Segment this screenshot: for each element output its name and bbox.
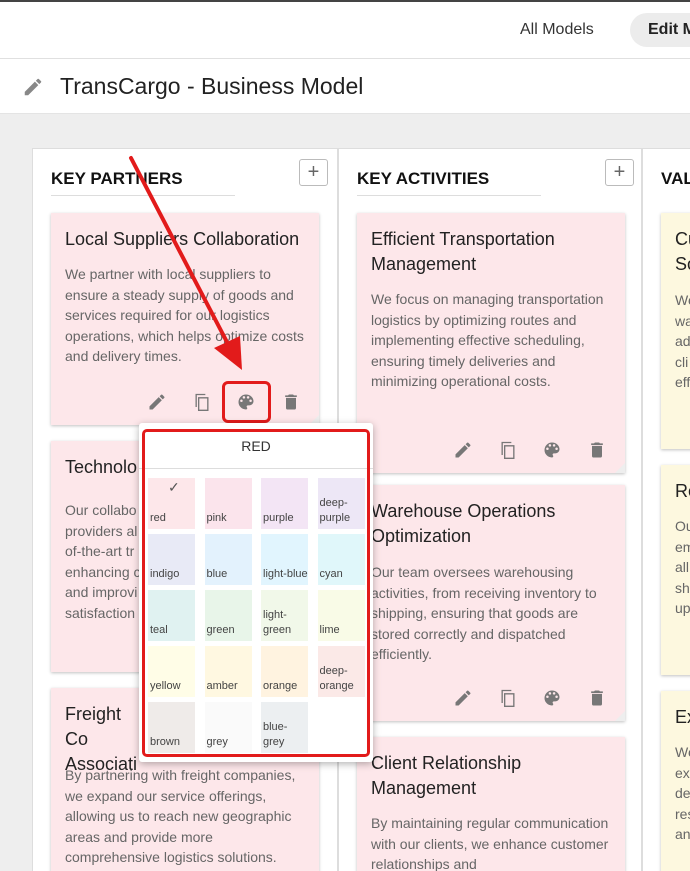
card-text: We focus on managing transportation logi… [371, 291, 604, 389]
trash-icon[interactable] [585, 438, 609, 462]
card-title: Warehouse Operations Optimization [371, 501, 556, 546]
card-title: Re [675, 481, 690, 501]
column-title: KEY ACTIVITIES [357, 169, 490, 188]
palette-button-highlight [222, 381, 271, 423]
card-local-suppliers[interactable]: Local Suppliers Collaboration We partner… [51, 213, 319, 425]
add-card-button[interactable]: + [605, 159, 634, 186]
column-divider [51, 195, 235, 196]
card-text: We ex de res an [675, 744, 690, 842]
card-value-2[interactable]: Re Ou em all sh up [661, 465, 690, 675]
pencil-icon[interactable] [145, 390, 169, 414]
trash-icon[interactable] [585, 686, 609, 710]
card-client-relationship[interactable]: Client Relationship Management By mainta… [357, 737, 625, 871]
card-text: By maintaining regular communication wit… [371, 815, 609, 871]
card-text: Our collabo providers al of-the-art tr e… [65, 502, 141, 621]
card-actions [357, 686, 625, 716]
card-title: Local Suppliers Collaboration [65, 229, 300, 249]
palette-icon[interactable] [540, 686, 564, 710]
copy-icon[interactable] [496, 686, 520, 710]
card-transportation[interactable]: Efficient Transportation Management We f… [357, 213, 625, 473]
value-propositions-column: VAL Cu So We wa ad cli eff Re Ou em all … [642, 148, 690, 871]
card-fold [615, 463, 625, 473]
card-text: We wa ad cli eff [675, 292, 690, 390]
all-models-link[interactable]: All Models [520, 21, 594, 39]
column-divider [357, 195, 541, 196]
title-bar: TransCargo - Business Model [0, 59, 690, 114]
trash-icon[interactable] [279, 390, 303, 414]
card-title: Client Relationship Management [371, 753, 522, 798]
card-title: Ex [675, 707, 690, 727]
pencil-icon[interactable] [451, 686, 475, 710]
column-title: VAL [661, 169, 690, 188]
copy-icon[interactable] [496, 438, 520, 462]
color-picker-highlight [142, 429, 370, 757]
palette-icon[interactable] [540, 438, 564, 462]
copy-icon[interactable] [190, 390, 214, 414]
page-title: TransCargo - Business Model [60, 73, 364, 99]
card-warehouse[interactable]: Warehouse Operations Optimization Our te… [357, 485, 625, 721]
pencil-icon[interactable] [451, 438, 475, 462]
top-bar: All Models Edit M [0, 0, 690, 59]
card-value-1[interactable]: Cu So We wa ad cli eff [661, 213, 690, 449]
pencil-icon[interactable] [22, 76, 44, 98]
card-title: Cu So [675, 229, 690, 274]
card-title: Efficient Transportation Management [371, 229, 555, 274]
card-text: Ou em all sh up [675, 518, 690, 616]
key-activities-column: KEY ACTIVITIES + Efficient Transportatio… [338, 148, 642, 871]
card-actions [51, 390, 319, 420]
add-card-button[interactable]: + [299, 159, 328, 186]
card-fold [615, 711, 625, 721]
card-text: By partnering with freight companies, we… [65, 767, 296, 865]
column-title: KEY PARTNERS [51, 169, 183, 188]
card-actions [357, 438, 625, 468]
card-value-3[interactable]: Ex We ex de res an [661, 691, 690, 871]
card-text: Our team oversees warehousing activities… [371, 564, 597, 662]
card-text: We partner with local suppliers to ensur… [65, 266, 304, 364]
edit-model-tab[interactable]: Edit M [630, 13, 690, 47]
